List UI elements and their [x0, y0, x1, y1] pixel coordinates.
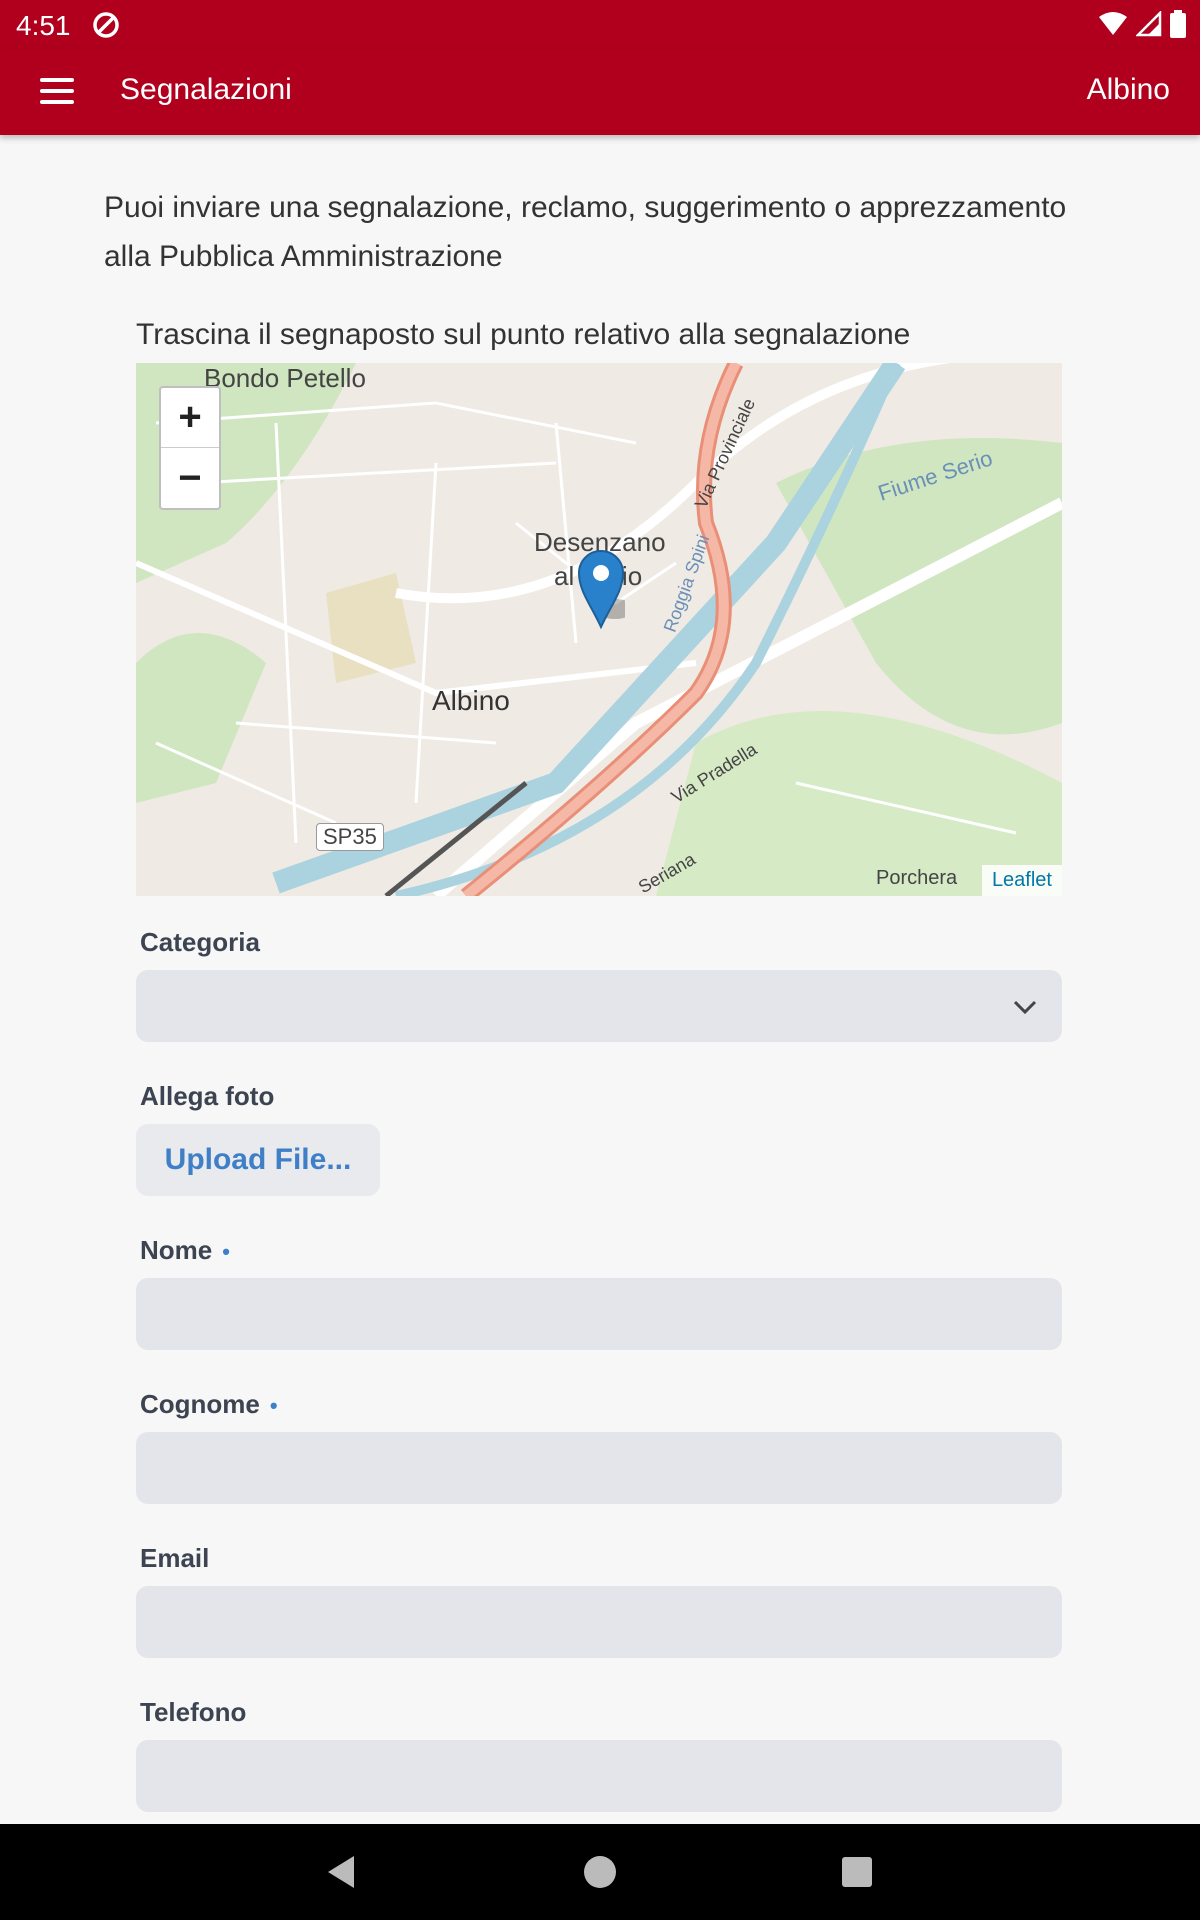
- categoria-select[interactable]: [136, 970, 1062, 1042]
- map-label-albino: Albino: [432, 685, 510, 716]
- nome-label-text: Nome: [140, 1235, 213, 1265]
- sync-off-icon: [91, 10, 121, 45]
- system-nav-bar: [0, 1824, 1200, 1920]
- zoom-out-button[interactable]: −: [161, 448, 219, 508]
- allega-foto-label: Allega foto: [140, 1081, 275, 1111]
- telefono-input[interactable]: [136, 1740, 1062, 1812]
- required-mark: •: [269, 1393, 278, 1418]
- email-label: Email: [140, 1543, 210, 1573]
- zoom-in-button[interactable]: +: [161, 388, 219, 448]
- required-mark: •: [222, 1239, 230, 1264]
- intro-text: Puoi inviare una segnalazione, reclamo, …: [104, 191, 1067, 273]
- cognome-label-text: Cognome: [140, 1389, 260, 1419]
- categoria-label: Categoria: [140, 927, 260, 957]
- chevron-down-icon: [1010, 992, 1040, 1027]
- cognome-input[interactable]: [136, 1432, 1062, 1504]
- page-title: Segnalazioni: [120, 73, 292, 106]
- zoom-control: + −: [159, 386, 221, 510]
- map-attribution[interactable]: Leaflet: [981, 865, 1062, 896]
- map-label-bondo-petello: Bondo Petello: [204, 363, 366, 393]
- map[interactable]: Bondo Petello Desenzano al Serio Albino …: [136, 363, 1062, 896]
- battery-icon: [1170, 10, 1186, 43]
- cognome-label: Cognome •: [140, 1389, 278, 1420]
- hamburger-menu-icon[interactable]: [40, 69, 84, 113]
- home-icon[interactable]: [584, 1856, 616, 1888]
- location-label[interactable]: Albino: [1087, 73, 1170, 107]
- recent-apps-icon[interactable]: [842, 1857, 872, 1887]
- map-label-porchera: Porchera: [876, 867, 958, 889]
- status-bar: 4:51: [0, 0, 1200, 49]
- signal-icon: [1134, 9, 1162, 42]
- nome-input[interactable]: [136, 1278, 1062, 1350]
- email-input[interactable]: [136, 1586, 1062, 1658]
- map-label-sp35: SP35: [316, 823, 384, 851]
- app-bar: Segnalazioni Albino: [0, 49, 1200, 135]
- wifi-icon: [1098, 11, 1128, 42]
- map-instruction: Trascina il segnaposto sul punto relativ…: [136, 318, 911, 351]
- back-icon[interactable]: [326, 1854, 356, 1895]
- nome-label: Nome •: [140, 1235, 230, 1266]
- map-marker-pin-icon[interactable]: [577, 549, 635, 634]
- telefono-label: Telefono: [140, 1697, 247, 1727]
- status-time: 4:51: [16, 10, 71, 41]
- upload-file-button[interactable]: Upload File...: [136, 1124, 380, 1196]
